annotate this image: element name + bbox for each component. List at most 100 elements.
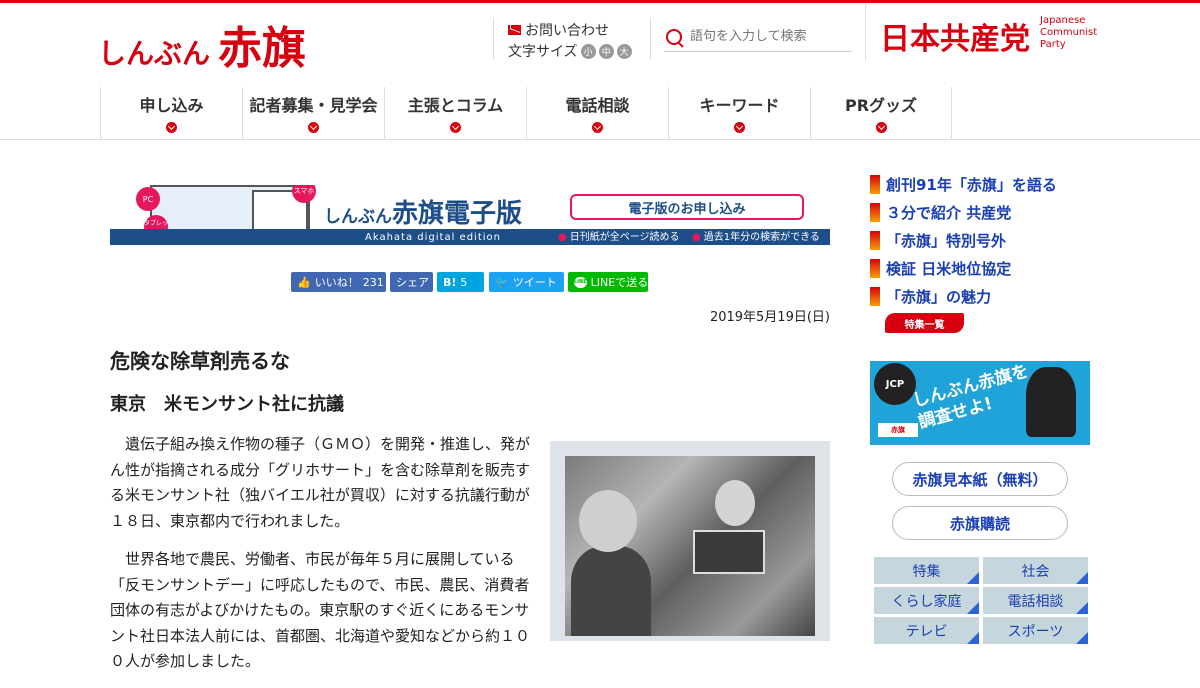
nav-item-recruit[interactable]: 記者募集・見学会	[242, 87, 384, 139]
digital-apply-button[interactable]: 電子版のお申し込み	[570, 194, 804, 220]
article-date: 2019年5月19日(日)	[709, 310, 830, 325]
chevron-down-icon	[450, 122, 461, 133]
category-tv[interactable]: テレビ	[874, 617, 979, 644]
photo-figure	[579, 490, 637, 552]
banner-feature: 日刊紙が全ページ読める	[558, 228, 680, 243]
font-size-control: 文字サイズ 小 中 大	[508, 41, 632, 61]
tag-pc-badge: PC	[136, 187, 160, 211]
nav-label: 申し込み	[139, 96, 204, 115]
article-paragraph: 世界各地で農民、労働者、市民が毎年５月に展開している「反モンサントデー」に呼応し…	[110, 550, 531, 670]
mail-icon	[508, 25, 521, 35]
contact-link[interactable]: お問い合わせ	[508, 20, 609, 40]
article-photo	[565, 456, 815, 636]
jcp-english-name: Japanese Communist Party	[1040, 15, 1097, 51]
main-nav: 申し込み 記者募集・見学会 主張とコラム 電話相談 キーワード PRグッズ	[100, 87, 952, 139]
header-divider	[493, 18, 494, 60]
header-divider	[865, 4, 866, 60]
nav-label: キーワード	[699, 96, 780, 115]
logo-small-text: しんぶん	[98, 37, 211, 70]
nav-label: 電話相談	[565, 96, 630, 115]
article-paragraph: 遺伝子組み換え作物の種子（ＧＭＯ）を開発・推進し、発がん性が指摘される成分「グリ…	[110, 435, 531, 530]
subscribe-button[interactable]: 赤旗購読	[892, 506, 1068, 540]
bullet-marker	[870, 202, 880, 222]
top-accent-line	[0, 0, 1200, 3]
sidebar-link-label: 「赤旗」の魅力	[886, 287, 992, 306]
header-divider	[650, 18, 651, 60]
tag-smartphone-badge: スマホ	[292, 185, 316, 203]
font-size-large-button[interactable]: 大	[616, 43, 632, 59]
digital-edition-banner[interactable]: PC タブレット スマホ しんぶん赤旗電子版 電子版のお申し込み Akahata…	[110, 185, 830, 245]
banner-title: しんぶん赤旗電子版	[324, 193, 522, 230]
font-size-small-button[interactable]: 小	[580, 43, 596, 59]
search-icon[interactable]	[664, 27, 684, 47]
facebook-share-button[interactable]: シェア	[390, 272, 433, 292]
article-body: 遺伝子組み換え作物の種子（ＧＭＯ）を開発・推進し、発がん性が指摘される成分「グリ…	[110, 432, 530, 688]
facebook-like-button[interactable]: 👍 いいね！ 231	[291, 272, 386, 292]
sidebar-link-label: 創刊91年「赤旗」を語る	[886, 175, 1057, 194]
nav-item-apply[interactable]: 申し込み	[100, 87, 242, 139]
line-icon: LINE	[574, 276, 587, 288]
sample-paper-button[interactable]: 赤旗見本紙（無料）	[892, 462, 1068, 496]
sidebar-link-label: 「赤旗」特別号外	[886, 231, 1007, 250]
site-logo[interactable]: しんぶん 赤旗	[98, 12, 306, 76]
hatena-icon: B!	[443, 275, 457, 289]
promo-text: しんぶん赤旗を 調査せよ!	[910, 361, 1036, 434]
bullet-marker	[870, 286, 880, 306]
nav-label: 記者募集・見学会	[249, 96, 378, 115]
twitter-bird-icon: 🐦	[495, 275, 509, 289]
bullet-marker	[870, 258, 880, 278]
bullet-marker	[870, 230, 880, 250]
font-size-label: 文字サイズ	[508, 44, 578, 60]
nav-item-opinion[interactable]: 主張とコラム	[384, 87, 526, 139]
font-size-medium-button[interactable]: 中	[598, 43, 614, 59]
jcp-en-line: Communist	[1040, 27, 1098, 38]
promo-banner[interactable]: JCP しんぶん赤旗を 調査せよ! 赤旗	[870, 361, 1090, 445]
jcp-en-line: Japanese	[1040, 15, 1086, 26]
photo-figure	[571, 546, 651, 636]
sidebar-link[interactable]: 創刊91年「赤旗」を語る	[870, 170, 1057, 198]
category-society[interactable]: 社会	[983, 557, 1088, 584]
nav-item-phone-consult[interactable]: 電話相談	[526, 87, 668, 139]
like-count: 231	[362, 275, 384, 289]
banner-title-small: しんぶん	[324, 207, 392, 227]
category-phone-consult[interactable]: 電話相談	[983, 587, 1088, 614]
photo-figure	[715, 480, 755, 526]
feature-links: 創刊91年「赤旗」を語る ３分で紹介 共産党 「赤旗」特別号外 検証 日米地位協…	[870, 170, 1057, 310]
logo-big-text: 赤旗	[218, 23, 307, 74]
sidebar-link[interactable]: 「赤旗」特別号外	[870, 226, 1057, 254]
banner-subtitle: Akahata digital edition	[365, 232, 501, 243]
nav-item-pr-goods[interactable]: PRグッズ	[810, 87, 952, 139]
sidebar-link[interactable]: 検証 日米地位協定	[870, 254, 1057, 282]
sidebar-link[interactable]: ３分で紹介 共産党	[870, 198, 1057, 226]
nav-divider	[0, 139, 1200, 140]
category-feature[interactable]: 特集	[874, 557, 979, 584]
sidebar-link[interactable]: 「赤旗」の魅力	[870, 282, 1057, 310]
hatena-bookmark-button[interactable]: B! 5	[437, 272, 484, 292]
line-label: LINEで送る	[590, 276, 649, 289]
contact-label: お問い合わせ	[525, 23, 609, 39]
article-title: 危険な除草剤売るな	[110, 349, 290, 373]
category-grid: 特集 社会 くらし家庭 電話相談 テレビ スポーツ	[874, 557, 1090, 644]
line-share-button[interactable]: LINE LINEで送る	[568, 272, 648, 292]
article-subtitle: 東京 米モンサント社に抗議	[110, 394, 344, 415]
nav-label: 主張とコラム	[407, 96, 504, 115]
tweet-label: ツイート	[512, 276, 557, 289]
jcp-logo[interactable]: 日本共産党	[880, 14, 1030, 58]
nav-item-keyword[interactable]: キーワード	[668, 87, 810, 139]
category-lifestyle[interactable]: くらし家庭	[874, 587, 979, 614]
jcp-en-line: Party	[1040, 39, 1066, 50]
chevron-down-icon	[166, 122, 177, 133]
search-input[interactable]	[690, 29, 850, 44]
sidebar-link-label: 検証 日米地位協定	[886, 259, 1012, 278]
chevron-down-icon	[875, 122, 887, 133]
feature-list-button[interactable]: 特集一覧	[885, 313, 964, 333]
photo-protest-sign	[693, 530, 765, 574]
banner-title-big: 赤旗電子版	[392, 199, 523, 229]
search-box	[664, 22, 852, 52]
category-sports[interactable]: スポーツ	[983, 617, 1088, 644]
tweet-button[interactable]: 🐦 ツイート	[489, 272, 564, 292]
like-label: いいね！	[314, 276, 359, 289]
nav-label: PRグッズ	[844, 96, 918, 115]
promo-label: 赤旗	[878, 423, 918, 437]
promo-badge: JCP	[874, 363, 916, 405]
